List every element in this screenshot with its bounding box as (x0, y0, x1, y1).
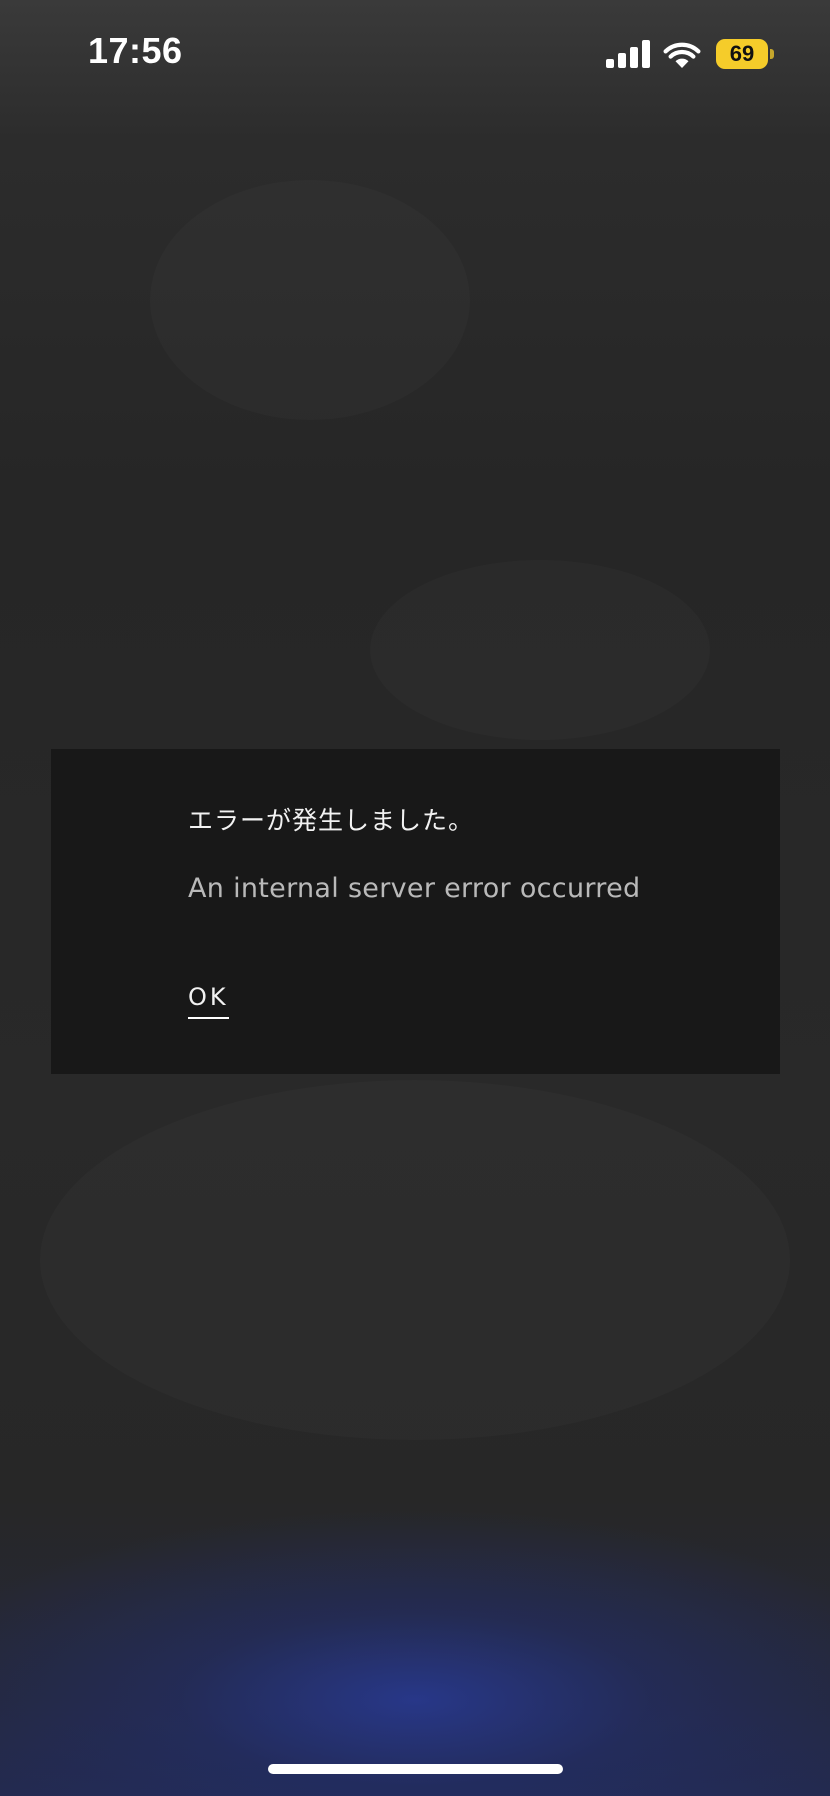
status-time: 17:56 (88, 30, 183, 71)
dialog-title: エラーが発生しました。 (188, 806, 475, 835)
error-dialog: エラーが発生しました。 An internal server error occ… (51, 749, 780, 1074)
cellular-signal-icon (606, 40, 650, 68)
background-blur-shape (150, 180, 470, 420)
app-screen: 17:56 69 エラーが発生しました。 An internal server … (0, 0, 830, 1796)
background-blur-shape (40, 1080, 790, 1440)
dialog-message: An internal server error occurred (188, 873, 641, 904)
ok-button[interactable]: OK (188, 983, 229, 1019)
wifi-icon (662, 38, 702, 70)
background-blur-shape (370, 560, 710, 740)
status-bar: 17:56 69 (0, 0, 830, 110)
battery-level: 69 (716, 39, 768, 69)
home-indicator[interactable] (268, 1764, 563, 1774)
battery-icon: 69 (716, 39, 774, 69)
battery-tip (770, 49, 774, 59)
